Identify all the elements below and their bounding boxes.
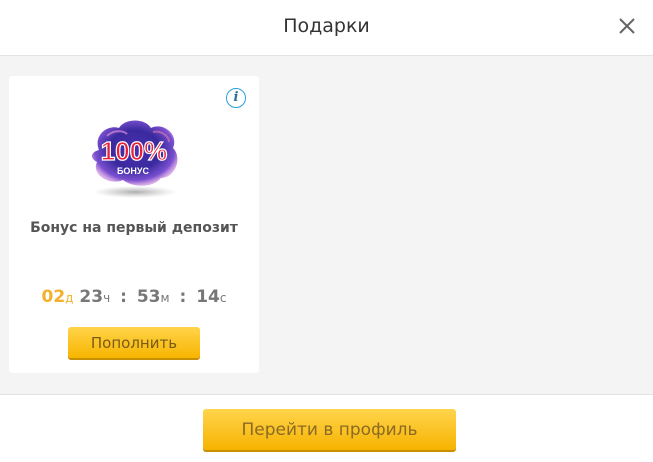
- go-to-profile-button[interactable]: Перейти в профиль: [203, 409, 456, 450]
- modal-header: Подарки: [0, 0, 653, 56]
- promo-big-text: 100%: [101, 136, 168, 166]
- modal-footer: Перейти в профиль: [0, 395, 653, 462]
- timer-separator: :: [179, 287, 187, 307]
- info-icon-glyph: i: [233, 90, 239, 105]
- promo-small-text: БОНУС: [117, 166, 150, 176]
- timer-minutes: 53м: [136, 287, 170, 307]
- bonus-promo-image: 100% БОНУС: [91, 120, 178, 198]
- bonus-card: i 100% БОНУС Бонус на первый депозит 02д…: [9, 76, 259, 373]
- timer-hours: 23ч: [79, 287, 111, 307]
- timer-seconds: 14с: [196, 287, 227, 307]
- timer-separator: :: [120, 287, 127, 307]
- deposit-button[interactable]: Пополнить: [68, 327, 200, 358]
- card-title: Бонус на первый депозит: [30, 220, 238, 236]
- gifts-content: i 100% БОНУС Бонус на первый депозит 02д…: [0, 56, 653, 395]
- countdown-timer: 02д 23ч : 53м : 14с: [9, 287, 259, 307]
- modal-title: Подарки: [283, 15, 370, 37]
- close-icon[interactable]: [615, 14, 639, 38]
- timer-days: 02д: [41, 287, 74, 307]
- info-icon[interactable]: i: [226, 88, 246, 108]
